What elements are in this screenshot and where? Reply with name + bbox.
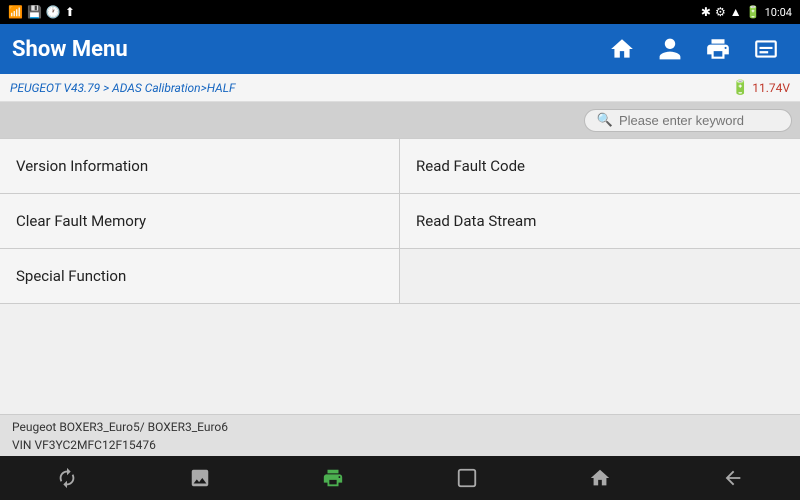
exit-button[interactable]	[744, 27, 788, 71]
menu-item-read-data-stream[interactable]: Read Data Stream	[400, 194, 800, 249]
menu-item-clear-fault-memory[interactable]: Clear Fault Memory	[0, 194, 400, 249]
android-print-button[interactable]	[311, 456, 355, 500]
menu-item-version-info[interactable]: Version Information	[0, 139, 400, 194]
menu-item-empty	[400, 249, 800, 304]
breadcrumb-bar: PEUGEOT V43.79 > ADAS Calibration>HALF 🔋…	[0, 74, 800, 102]
android-gallery-button[interactable]	[178, 456, 222, 500]
profile-button[interactable]	[648, 27, 692, 71]
battery-voltage: 11.74V	[752, 81, 790, 95]
clock-icon: 🕐	[46, 5, 61, 19]
settings-icon: ⚙	[715, 5, 726, 19]
search-wrapper[interactable]: 🔍	[584, 109, 792, 132]
android-home-button[interactable]	[578, 456, 622, 500]
status-bar: 📶 💾 🕐 ⬆ ✱ ⚙ ▲ 🔋 10:04	[0, 0, 800, 24]
main-content: Version Information Read Fault Code Clea…	[0, 138, 800, 414]
battery-indicator: 🔋 11.74V	[732, 80, 790, 96]
nav-icons	[600, 27, 788, 71]
battery-status-icon: 🔋	[746, 5, 761, 19]
status-left: 📶 💾 🕐 ⬆	[8, 5, 75, 19]
android-refresh-button[interactable]	[45, 456, 89, 500]
battery-icon: 🔋	[732, 80, 749, 96]
print-button[interactable]	[696, 27, 740, 71]
vehicle-model: Peugeot BOXER3_Euro5/ BOXER3_Euro6	[12, 418, 228, 436]
time-display: 10:04	[765, 6, 792, 19]
empty-area	[0, 304, 800, 414]
android-back-button[interactable]	[711, 456, 755, 500]
search-bar: 🔍	[0, 102, 800, 138]
top-nav: Show Menu	[0, 24, 800, 74]
android-nav	[0, 456, 800, 500]
vehicle-vin: VIN VF3YC2MFC12F15476	[12, 436, 228, 454]
menu-item-read-fault-code[interactable]: Read Fault Code	[400, 139, 800, 194]
signal-icon: 📶	[8, 5, 23, 19]
sd-icon: 💾	[27, 5, 42, 19]
menu-item-special-function[interactable]: Special Function	[0, 249, 400, 304]
breadcrumb-text: PEUGEOT V43.79 > ADAS Calibration>HALF	[10, 81, 235, 95]
app-title: Show Menu	[12, 37, 128, 62]
search-input[interactable]	[619, 113, 779, 128]
upload-icon: ⬆	[65, 5, 75, 19]
bottom-info: Peugeot BOXER3_Euro5/ BOXER3_Euro6 VIN V…	[0, 414, 800, 456]
menu-grid: Version Information Read Fault Code Clea…	[0, 138, 800, 304]
search-icon: 🔍	[597, 113, 613, 128]
android-recent-button[interactable]	[445, 456, 489, 500]
home-button[interactable]	[600, 27, 644, 71]
status-right: ✱ ⚙ ▲ 🔋 10:04	[701, 5, 792, 19]
bluetooth-icon: ✱	[701, 5, 711, 19]
vehicle-info: Peugeot BOXER3_Euro5/ BOXER3_Euro6 VIN V…	[12, 418, 228, 454]
wifi-icon: ▲	[730, 5, 742, 19]
